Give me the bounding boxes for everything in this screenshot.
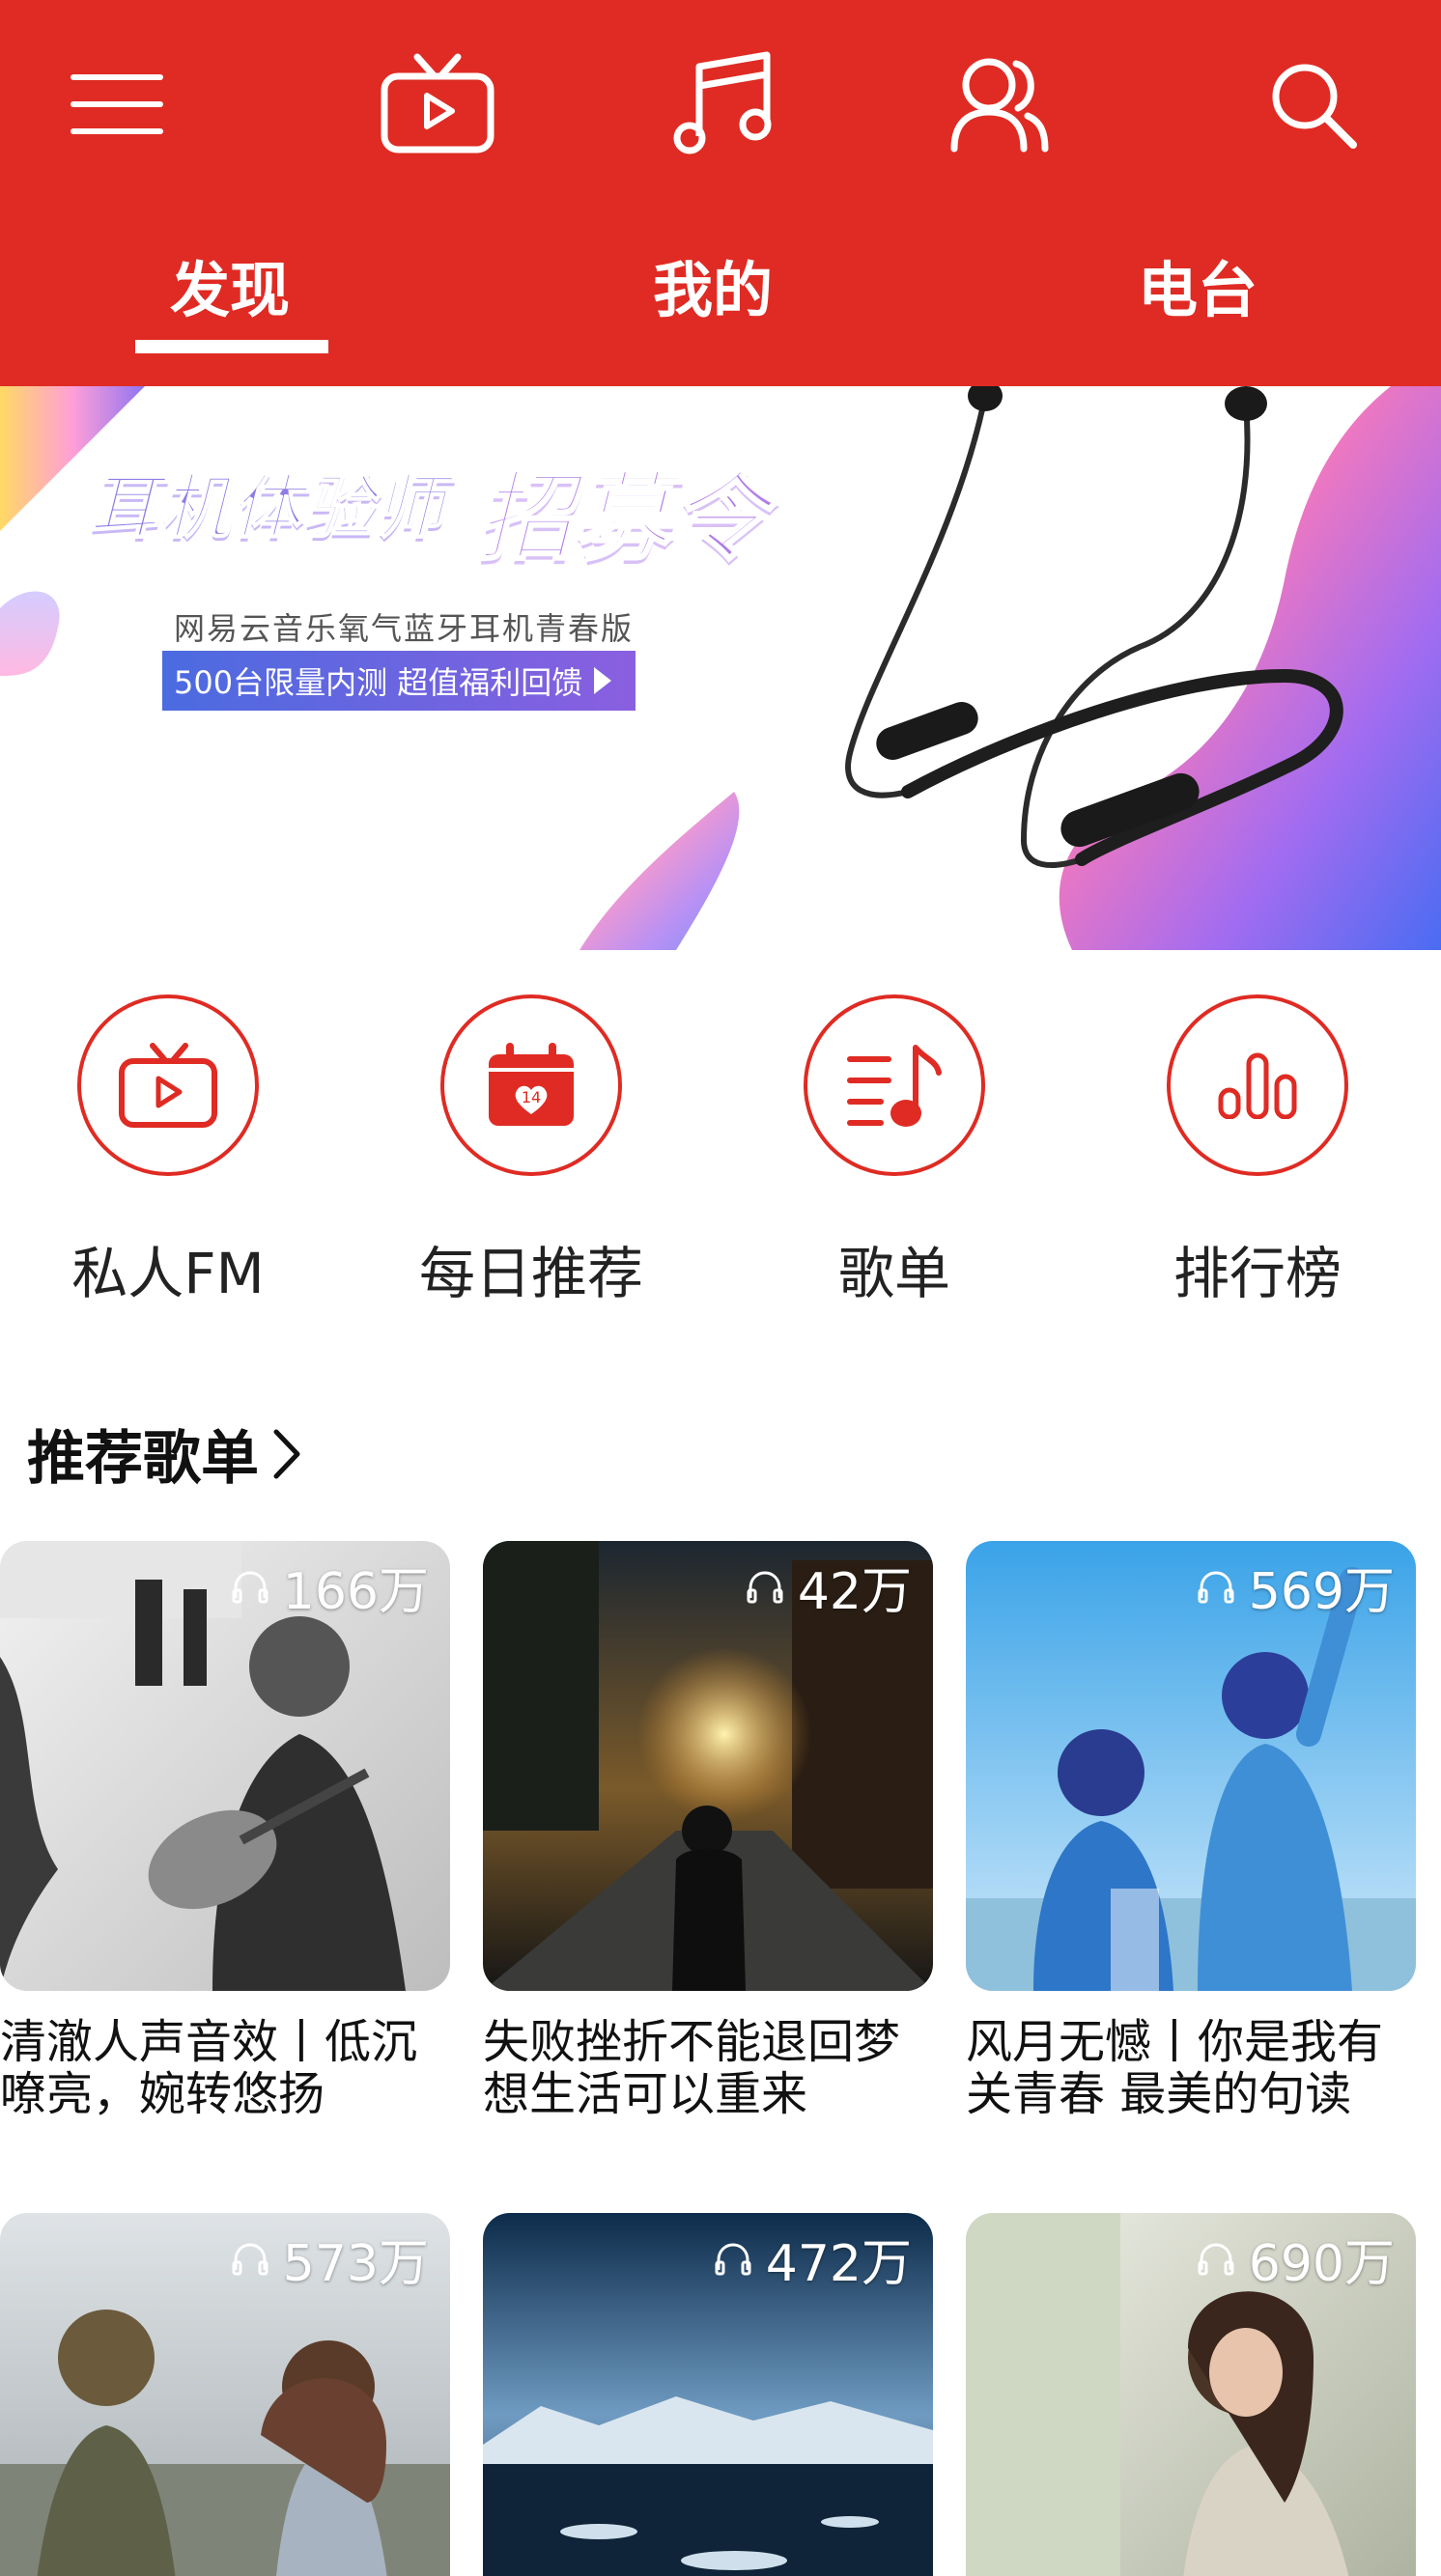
quick-nav-label: 私人FM bbox=[71, 1241, 265, 1306]
play-count: 166万 bbox=[231, 1551, 429, 1623]
play-count: 42万 bbox=[746, 1551, 912, 1623]
play-count-value: 166万 bbox=[282, 1563, 429, 1621]
headphones-icon bbox=[232, 2242, 268, 2275]
playlist-cover: 573万 bbox=[0, 2213, 450, 2576]
play-count: 472万 bbox=[714, 2223, 912, 2295]
quick-nav-label: 每日推荐 bbox=[418, 1241, 644, 1306]
quick-nav-chart[interactable]: 排行榜 bbox=[1167, 994, 1350, 1306]
search-icon[interactable] bbox=[1259, 37, 1366, 172]
headphones-icon bbox=[747, 1570, 783, 1603]
playlist-card[interactable]: 166万 清澈人声音效丨低沉嘹亮，婉转悠扬 bbox=[0, 1541, 450, 2122]
quick-nav-playlist[interactable]: 歌单 bbox=[804, 994, 987, 1306]
playlist-card[interactable]: 690万 bbox=[966, 2213, 1416, 2576]
playlist-name: 清澈人声音效丨低沉嘹亮，婉转悠扬 bbox=[0, 2016, 418, 2121]
recommended-playlists-header[interactable]: 推荐歌单 bbox=[27, 1412, 301, 1496]
playlist-card[interactable]: 472万 bbox=[483, 2213, 933, 2576]
radio-tv-icon bbox=[77, 994, 259, 1176]
music-note-icon[interactable] bbox=[670, 37, 777, 172]
active-tab-indicator bbox=[135, 340, 328, 353]
banner-tag: 500台限量内测 超值福利回馈 bbox=[162, 651, 636, 711]
banner-title: 耳机体验师 bbox=[88, 465, 447, 548]
playlist-cover: 166万 bbox=[0, 1541, 450, 1991]
headphones-icon bbox=[1198, 1570, 1234, 1603]
play-triangle-icon bbox=[594, 667, 612, 694]
quick-nav-label: 歌单 bbox=[837, 1241, 951, 1306]
quick-nav-label: 排行榜 bbox=[1173, 1241, 1342, 1306]
tab-mine[interactable]: 我的 bbox=[653, 241, 773, 328]
video-icon[interactable] bbox=[375, 37, 500, 172]
playlist-card[interactable]: 42万 失败挫折不能退回梦想生活可以重来 bbox=[483, 1541, 933, 2122]
headphones-icon bbox=[232, 1570, 268, 1603]
banner-title-emphasis: 招募令 bbox=[476, 460, 769, 575]
play-count-value: 690万 bbox=[1248, 2235, 1395, 2293]
play-count: 569万 bbox=[1197, 1551, 1395, 1623]
headphones-icon bbox=[1198, 2242, 1234, 2275]
chart-icon bbox=[1167, 994, 1348, 1176]
tab-radio[interactable]: 电台 bbox=[1138, 241, 1257, 328]
play-count-value: 573万 bbox=[282, 2235, 429, 2293]
playlist-card[interactable]: 569万 风月无憾丨你是我有关青春 最美的句读 bbox=[966, 1541, 1416, 2122]
section-title: 推荐歌单 bbox=[27, 1425, 259, 1493]
quick-nav-daily-recommend[interactable]: 14 每日推荐 bbox=[419, 994, 643, 1306]
headphones-icon bbox=[715, 2242, 751, 2275]
play-count-value: 42万 bbox=[797, 1563, 912, 1621]
calendar-badge: 14 bbox=[522, 1088, 541, 1106]
play-count: 573万 bbox=[231, 2223, 429, 2295]
chevron-right-icon bbox=[273, 1429, 300, 1478]
play-count-value: 569万 bbox=[1248, 1563, 1395, 1621]
calendar-icon: 14 bbox=[440, 994, 622, 1176]
playlist-name: 失败挫折不能退回梦想生活可以重来 bbox=[483, 2016, 901, 2121]
playlist-card[interactable]: 573万 bbox=[0, 2213, 450, 2576]
playlist-cover: 472万 bbox=[483, 2213, 933, 2576]
playlist-name: 风月无憾丨你是我有关青春 最美的句读 bbox=[966, 2016, 1384, 2121]
playlist-cover: 42万 bbox=[483, 1541, 933, 1991]
app-header: 发现 我的 电台 bbox=[0, 0, 1441, 386]
play-count: 690万 bbox=[1197, 2223, 1395, 2295]
playlist-icon bbox=[804, 994, 985, 1176]
tab-discover[interactable]: 发现 bbox=[170, 241, 290, 328]
banner-subtitle: 网易云音乐氧气蓝牙耳机青春版 bbox=[174, 610, 635, 647]
friends-icon[interactable] bbox=[947, 37, 1053, 172]
playlist-cover: 690万 bbox=[966, 2213, 1416, 2576]
banner-tag-text: 500台限量内测 超值福利回馈 bbox=[174, 664, 583, 701]
play-count-value: 472万 bbox=[765, 2235, 912, 2293]
playlist-cover: 569万 bbox=[966, 1541, 1416, 1991]
quick-nav-private-fm[interactable]: 私人FM bbox=[71, 994, 265, 1306]
menu-icon[interactable] bbox=[64, 37, 170, 172]
